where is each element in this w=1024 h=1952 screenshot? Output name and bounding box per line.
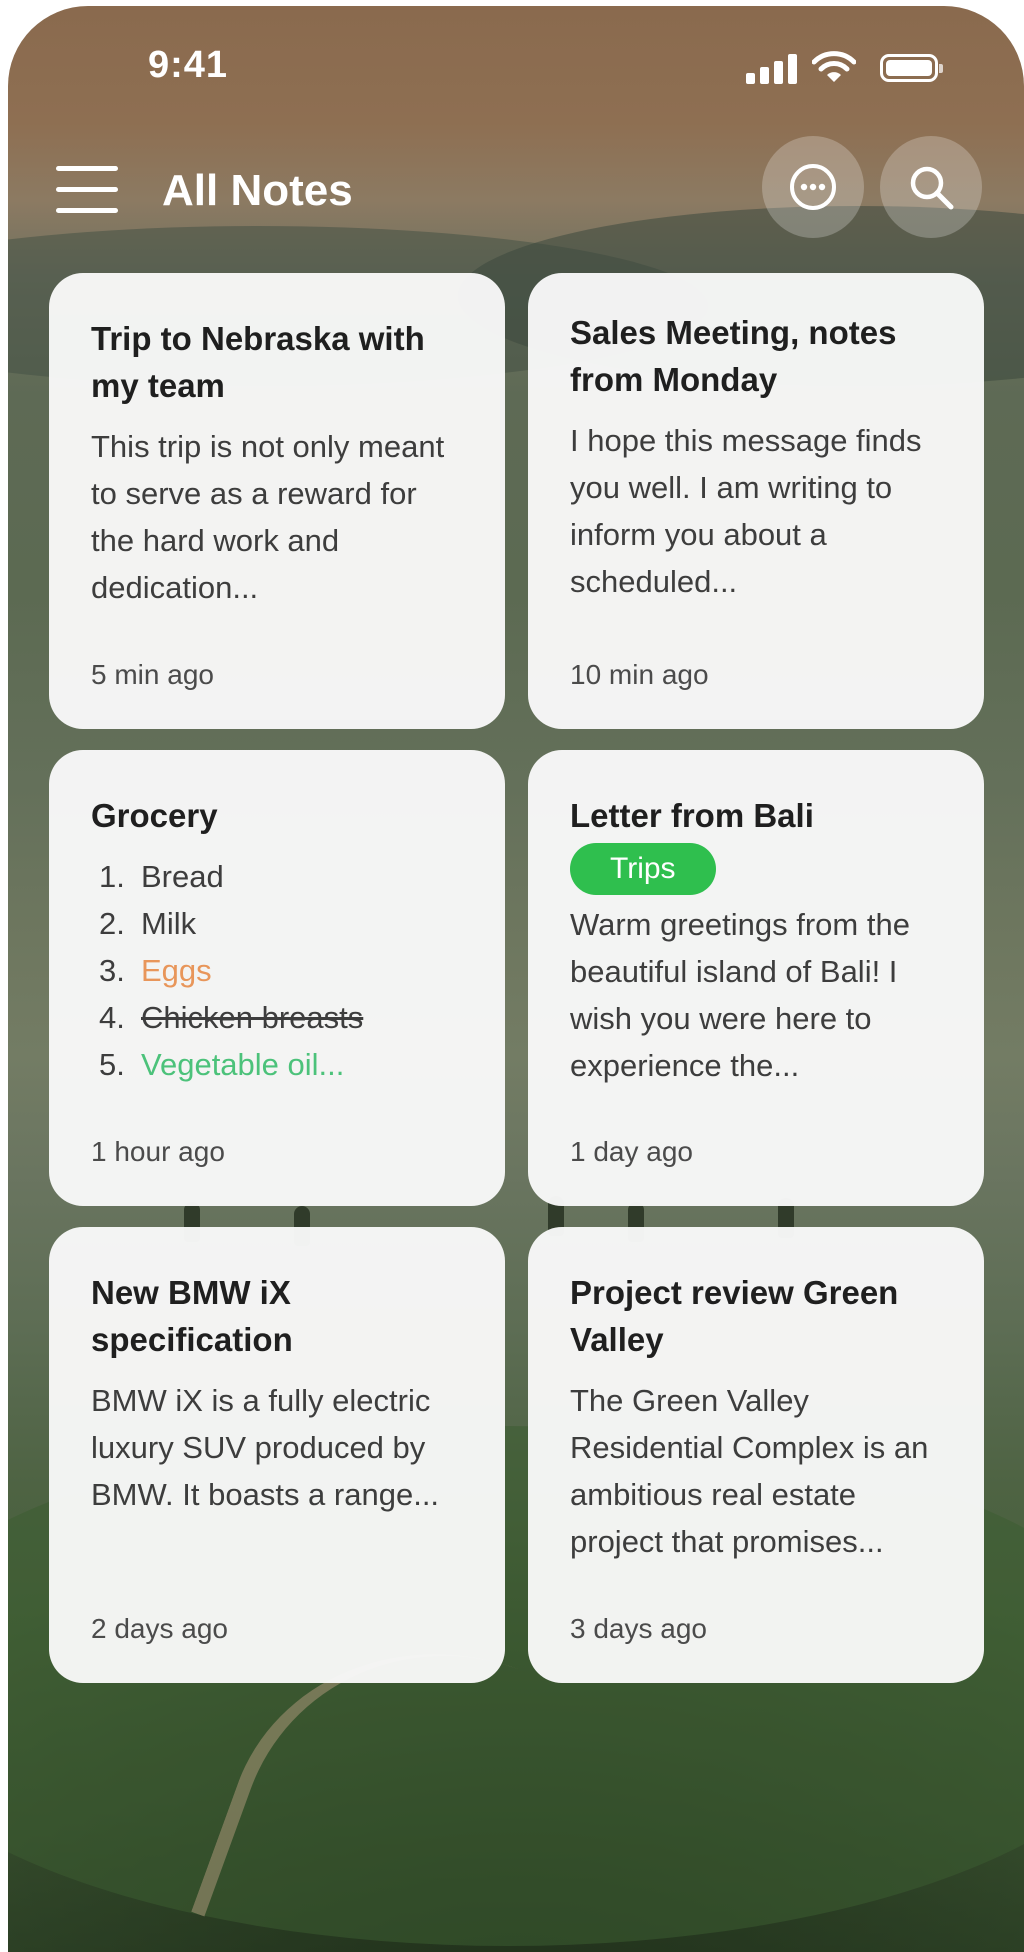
note-title: Sales Meeting, notes from Monday (570, 314, 897, 398)
list-number: 5. (99, 1047, 125, 1082)
list-item: 3. Eggs (91, 947, 465, 994)
list-item: 5. Vegetable oil... (91, 1041, 465, 1088)
note-preview: I hope this message finds you well. I am… (570, 423, 922, 599)
note-preview: This trip is not only meant to serve as … (91, 429, 445, 605)
list-item: 4. Chicken breasts (91, 994, 465, 1041)
wifi-icon (812, 51, 856, 82)
search-button[interactable] (880, 136, 982, 238)
grocery-list: 1. Bread 2. Milk 3. Eggs 4. Chicken breasts … (91, 853, 465, 1088)
list-number: 4. (99, 1000, 125, 1035)
note-timestamp: 3 days ago (570, 1613, 707, 1644)
note-title: Letter from Bali (570, 797, 814, 834)
note-timestamp: 5 min ago (91, 659, 214, 690)
page-title: All Notes (162, 166, 353, 215)
more-dots-icon (790, 164, 836, 210)
list-text-struck: Chicken breasts (141, 1000, 364, 1035)
note-card[interactable]: New BMW iX specification BMW iX is a ful… (49, 1227, 505, 1683)
note-card[interactable]: Grocery 1. Bread 2. Milk 3. Eggs 4. Chicken … (49, 750, 505, 1206)
search-icon (910, 166, 954, 210)
note-card[interactable]: Project review Green Valley The Green Va… (528, 1227, 984, 1683)
battery-icon (880, 54, 943, 82)
note-timestamp: 10 min ago (570, 659, 709, 690)
cellular-signal-icon (746, 54, 800, 84)
note-title: Project review Green Valley (570, 1274, 899, 1358)
note-preview: Warm greetings from the beautiful island… (570, 907, 910, 1083)
list-item: 2. Milk (91, 900, 465, 947)
list-number: 1. (99, 859, 125, 894)
note-card[interactable]: Sales Meeting, notes from Monday I hope … (528, 273, 984, 729)
list-text: Milk (141, 906, 197, 941)
note-title: Grocery (91, 797, 218, 834)
list-text-done: Vegetable oil... (141, 1047, 345, 1082)
list-number: 2. (99, 906, 125, 941)
app-screen: 9:41 All Notes Trip to Nebraska with my … (8, 6, 1024, 1952)
note-title: New BMW iX specification (91, 1274, 293, 1358)
menu-button[interactable] (56, 166, 120, 214)
tag-badge[interactable]: Trips (570, 843, 716, 895)
note-timestamp: 2 days ago (91, 1613, 228, 1644)
note-card[interactable]: Letter from Bali Trips Warm greetings fr… (528, 750, 984, 1206)
note-timestamp: 1 day ago (570, 1136, 693, 1167)
list-text: Bread (141, 859, 224, 894)
list-number: 3. (99, 953, 125, 988)
list-item: 1. Bread (91, 853, 465, 900)
status-time: 9:41 (148, 44, 229, 86)
note-card[interactable]: Trip to Nebraska with my team This trip … (49, 273, 505, 729)
note-title: Trip to Nebraska with my team (91, 320, 425, 404)
note-preview: BMW iX is a fully electric luxury SUV pr… (91, 1383, 440, 1512)
list-text-highlighted: Eggs (141, 953, 212, 988)
more-options-button[interactable] (762, 136, 864, 238)
note-timestamp: 1 hour ago (91, 1136, 225, 1167)
note-preview: The Green Valley Residential Complex is … (570, 1383, 929, 1559)
